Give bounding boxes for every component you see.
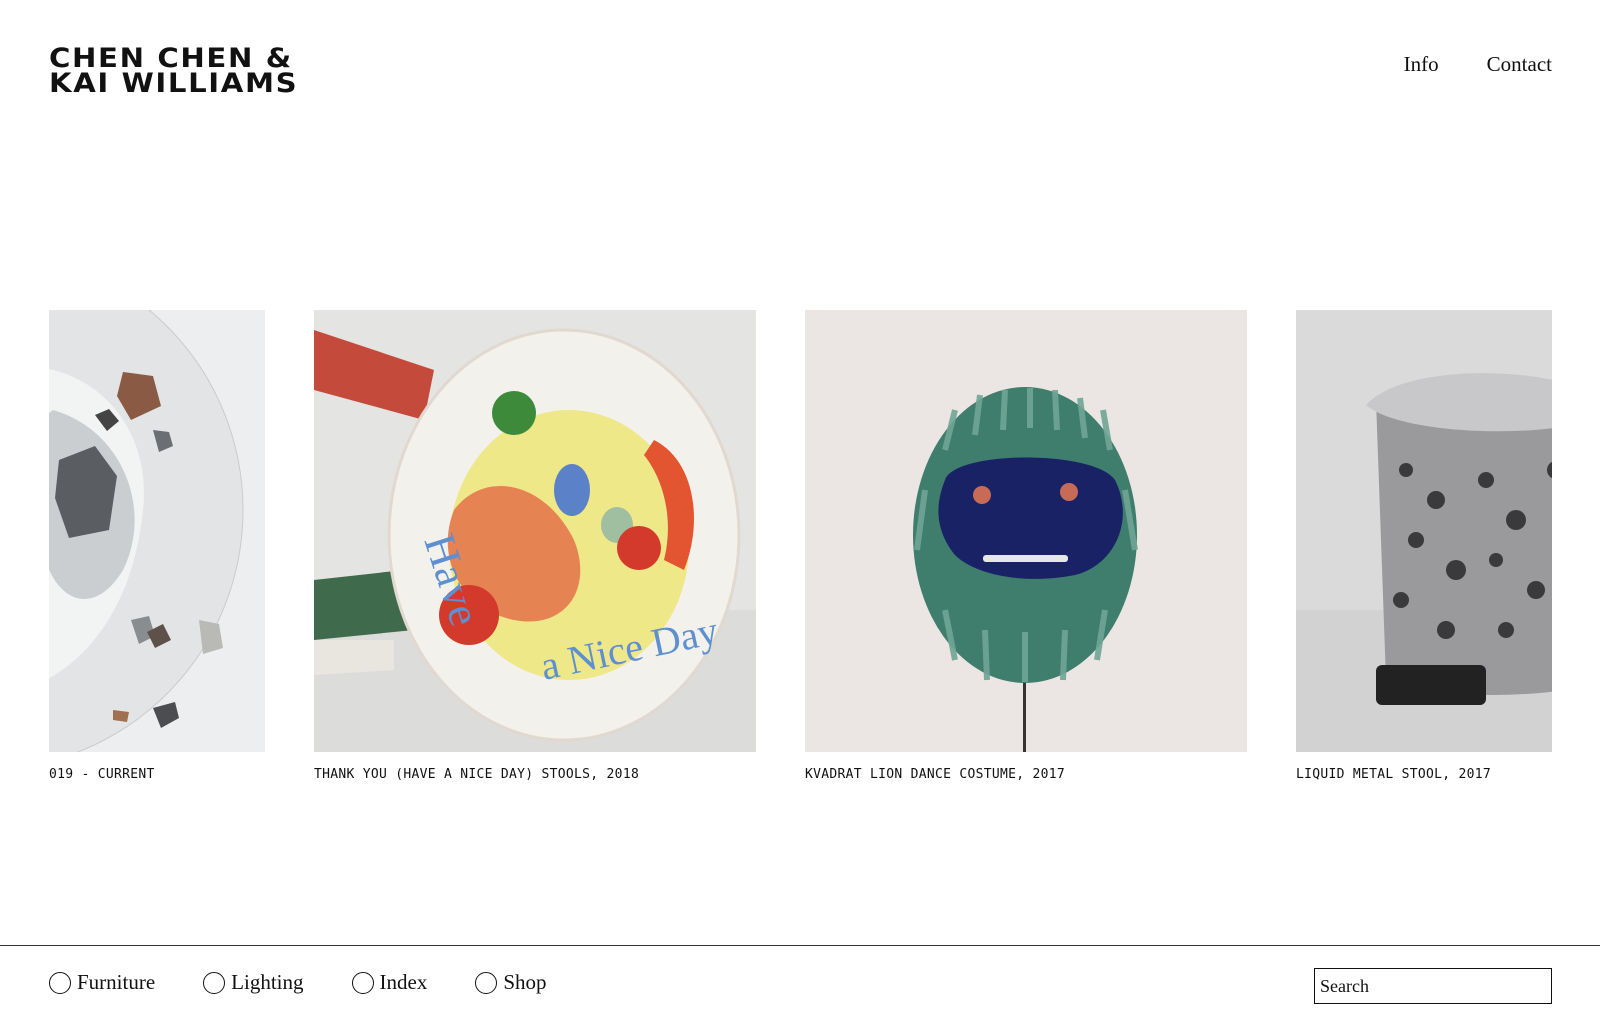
works-carousel[interactable]: 019 - CURRENT Have a Nice Day THANK YOU …	[49, 310, 1552, 790]
search-input[interactable]	[1314, 968, 1552, 1004]
work-item[interactable]: KVADRAT LION DANCE COSTUME, 2017	[805, 310, 1247, 782]
work-image-thank-you-stool[interactable]: Have a Nice Day	[314, 310, 756, 752]
work-item[interactable]: 019 - CURRENT	[49, 310, 265, 782]
nav-contact-link[interactable]: Contact	[1487, 52, 1552, 77]
site-logo[interactable]: CHEN CHEN & KAI WILLIAMS	[49, 45, 299, 99]
work-image-liquid-metal-stool[interactable]	[1296, 310, 1552, 752]
radio-circle-icon[interactable]	[49, 971, 71, 994]
filter-label: Index	[379, 970, 428, 994]
radio-circle-icon[interactable]	[351, 971, 374, 994]
work-item[interactable]: Have a Nice Day THANK YOU (HAVE A NICE D…	[314, 310, 756, 782]
work-caption: 019 - CURRENT	[49, 767, 155, 782]
bottom-filter-bar: Furniture Lighting Index Shop	[0, 945, 1600, 1025]
work-caption: KVADRAT LION DANCE COSTUME, 2017	[805, 767, 1066, 782]
filter-index[interactable]: Index	[351, 970, 428, 995]
work-image-lion-dance-costume[interactable]	[805, 310, 1247, 752]
top-nav: Info Contact	[1404, 52, 1552, 77]
filter-label: Lighting	[231, 970, 304, 994]
radio-circle-icon[interactable]	[203, 971, 226, 994]
work-item[interactable]: LIQUID METAL STOOL, 2017	[1296, 310, 1552, 782]
filter-shop[interactable]: Shop	[475, 970, 547, 995]
work-image-terrazzo-table[interactable]	[49, 310, 265, 752]
category-filters: Furniture Lighting Index Shop	[49, 970, 547, 995]
logo-line-2: KAI WILLIAMS	[49, 68, 299, 99]
filter-label: Furniture	[77, 970, 156, 994]
filter-label: Shop	[503, 970, 547, 994]
filter-furniture[interactable]: Furniture	[49, 970, 155, 995]
filter-lighting[interactable]: Lighting	[203, 970, 304, 995]
work-caption: LIQUID METAL STOOL, 2017	[1296, 767, 1492, 782]
nav-info-link[interactable]: Info	[1404, 52, 1439, 77]
radio-circle-icon[interactable]	[475, 971, 498, 994]
work-caption: THANK YOU (HAVE A NICE DAY) STOOLS, 2018	[314, 767, 640, 782]
